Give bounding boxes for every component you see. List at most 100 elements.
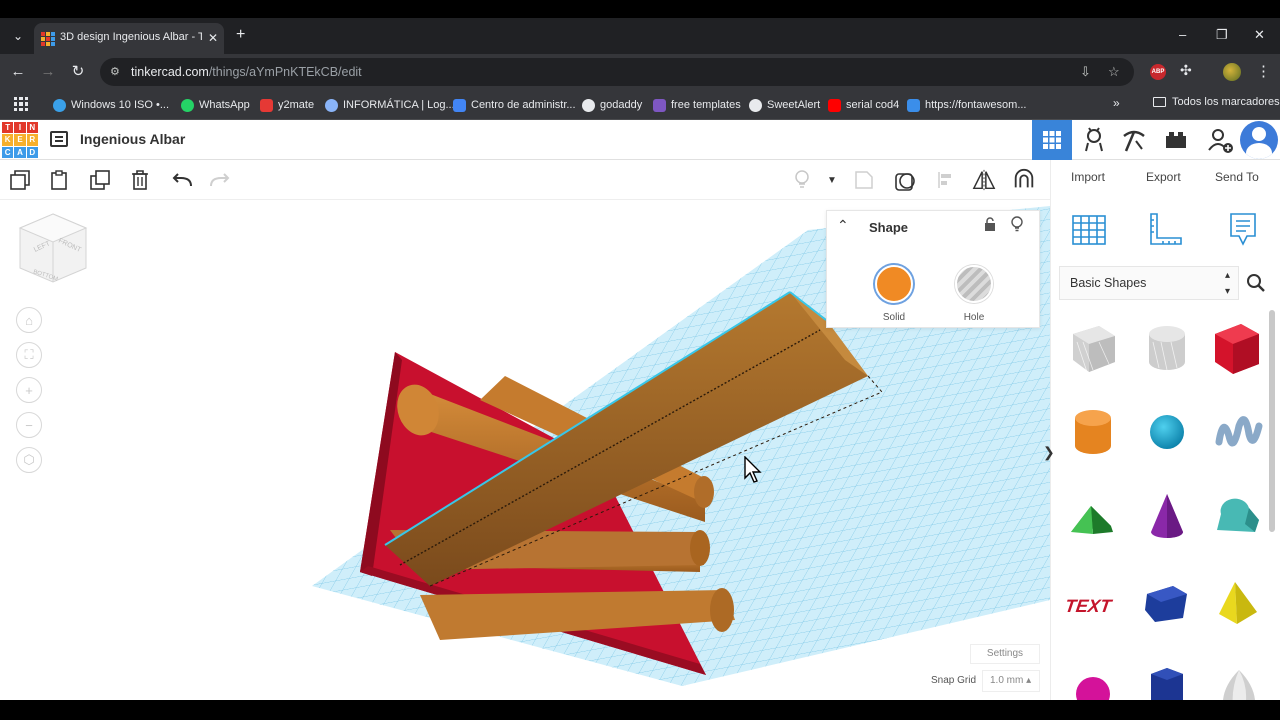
bookmark-fontawesome[interactable]: https://fontawesom... — [907, 96, 1027, 114]
apps-grid-icon[interactable] — [14, 97, 28, 111]
notes-icon[interactable] — [1225, 212, 1261, 248]
browser-menu-icon[interactable]: ⋮ — [1256, 62, 1271, 80]
paste-icon[interactable] — [48, 168, 72, 192]
bookmark-godaddy[interactable]: godaddy — [582, 96, 642, 114]
browser-profile-avatar[interactable] — [1223, 63, 1241, 81]
bookmark-informatica[interactable]: INFORMÁTICA | Log... — [325, 96, 455, 114]
bookmark-whatsapp[interactable]: WhatsApp — [181, 96, 250, 114]
undo-icon[interactable] — [170, 168, 194, 192]
duplicate-icon[interactable] — [88, 168, 112, 192]
notes-dropdown-caret-icon[interactable]: ▼ — [820, 168, 844, 192]
lock-icon[interactable] — [984, 217, 996, 231]
half-sphere-shape[interactable] — [1059, 648, 1127, 700]
minimize-icon[interactable]: – — [1179, 26, 1186, 44]
solid-color-swatch[interactable] — [875, 265, 913, 303]
sphere-shape[interactable] — [1133, 396, 1201, 474]
close-window-icon[interactable]: ✕ — [1254, 26, 1265, 44]
tab-close-icon[interactable]: ✕ — [208, 31, 218, 45]
forward-arrow-icon[interactable]: → — [38, 62, 58, 82]
paraboloid-shape[interactable] — [1205, 648, 1273, 700]
tab-search-chevron-icon[interactable]: ⌄ — [8, 26, 28, 46]
shape-library-select[interactable]: Basic Shapes ▴ ▾ — [1059, 266, 1239, 300]
snap-grid-select[interactable]: 1.0 mm ▴ — [982, 670, 1040, 692]
site-settings-icon[interactable]: ⚙ — [110, 65, 124, 79]
export-button[interactable]: Export — [1146, 170, 1181, 184]
visibility-bulb-icon[interactable] — [1011, 216, 1023, 232]
align-icon[interactable] — [934, 168, 958, 192]
cylinder-hole-shape[interactable] — [1133, 312, 1201, 390]
3d-design-view-button[interactable] — [1032, 120, 1072, 160]
bookmark-star-icon[interactable]: ☆ — [1108, 63, 1120, 81]
bookmark-sweetalert[interactable]: SweetAlert — [749, 96, 820, 114]
bookmark-centro-admin[interactable]: Centro de administr... — [453, 96, 576, 114]
cone-shape[interactable] — [1133, 480, 1201, 558]
install-app-icon[interactable]: ⇩ — [1080, 63, 1091, 81]
collapse-caret-icon[interactable]: ⌃ — [837, 217, 849, 234]
add-user-button[interactable] — [1200, 120, 1240, 160]
reload-icon[interactable]: ↻ — [68, 62, 88, 82]
workplane-icon[interactable] — [1071, 212, 1107, 248]
bookmark-free-templates[interactable]: free templates — [653, 96, 741, 114]
bookmark-windows-iso[interactable]: Windows 10 ISO •... — [53, 96, 169, 114]
workplane-viewport[interactable]: LEFT FRONT BOTTOM ⌂ ⛶ + − ⬡ ⌃ Shape Soli… — [0, 200, 1050, 700]
zoom-in-button[interactable]: + — [16, 377, 42, 403]
grid-view-icon — [1043, 131, 1061, 149]
youtube-icon — [828, 98, 841, 112]
scribble-shape[interactable] — [1205, 396, 1273, 474]
box-hole-shape[interactable] — [1059, 312, 1127, 390]
delete-trash-icon[interactable] — [128, 168, 152, 192]
search-icon[interactable] — [1241, 268, 1271, 298]
hole-swatch[interactable] — [955, 265, 993, 303]
fit-view-button[interactable]: ⛶ — [16, 342, 42, 368]
copy-icon[interactable] — [8, 168, 32, 192]
codeblocks-view-button[interactable] — [1156, 120, 1196, 160]
all-bookmarks-folder[interactable]: Todos los marcadores — [1153, 96, 1280, 108]
bricks-view-button[interactable] — [1114, 120, 1154, 160]
mirror-icon[interactable] — [972, 168, 996, 192]
user-avatar[interactable] — [1240, 121, 1278, 159]
design-list-icon[interactable] — [50, 131, 68, 147]
redo-icon[interactable] — [208, 168, 232, 192]
polygon-shape[interactable] — [1133, 564, 1201, 642]
send-to-button[interactable]: Send To — [1215, 170, 1259, 184]
bookmark-serial-cod4[interactable]: serial cod4 — [828, 96, 899, 114]
adblock-plus-icon[interactable]: ABP — [1150, 64, 1166, 80]
blocks-view-button[interactable] — [1074, 120, 1114, 160]
bookmark-y2mate[interactable]: y2mate — [260, 96, 314, 114]
cylinder-shape[interactable] — [1059, 396, 1127, 474]
import-button[interactable]: Import — [1071, 170, 1105, 184]
ruler-icon[interactable] — [1147, 212, 1183, 248]
url-text[interactable]: tinkercad.com/things/aYmPnKTEkCB/edit — [131, 65, 362, 79]
more-bookmarks-icon[interactable]: » — [1113, 96, 1120, 110]
text-shape[interactable]: TEXT — [1059, 564, 1127, 642]
group-icon[interactable] — [852, 168, 876, 192]
browser-tab[interactable]: 3D design Ingenious Albar - Tinkercad ✕ — [34, 23, 224, 54]
box-shape[interactable] — [1205, 312, 1273, 390]
shapes-scrollbar[interactable] — [1269, 310, 1275, 532]
settings-button[interactable]: Settings — [970, 644, 1040, 664]
view-cube[interactable]: LEFT FRONT BOTTOM — [18, 212, 88, 286]
new-tab-icon[interactable]: + — [236, 26, 245, 44]
hexagonal-prism-shape[interactable] — [1133, 648, 1201, 700]
browser-toolbar: ← → ↻ ⚙ tinkercad.com/things/aYmPnKTEkCB… — [0, 54, 1280, 90]
address-bar[interactable]: ⚙ tinkercad.com/things/aYmPnKTEkCB/edit … — [100, 58, 1134, 86]
restore-icon[interactable]: ❐ — [1216, 26, 1228, 44]
zoom-out-button[interactable]: − — [16, 412, 42, 438]
hole-label: Hole — [963, 312, 985, 323]
pyramid-shape[interactable] — [1205, 564, 1273, 642]
back-arrow-icon[interactable]: ← — [8, 62, 28, 82]
tinkercad-logo[interactable]: TIN KER CAD — [2, 122, 38, 158]
round-roof-shape[interactable] — [1205, 480, 1273, 558]
extensions-puzzle-icon[interactable]: ✣ — [1180, 62, 1192, 79]
perspective-toggle-button[interactable]: ⬡ — [16, 447, 42, 473]
shape-inspector-panel: ⌃ Shape Solid Hole — [826, 210, 1040, 328]
ungroup-icon[interactable] — [894, 168, 918, 192]
home-view-button[interactable]: ⌂ — [16, 307, 42, 333]
cloud-icon — [53, 98, 66, 112]
light-bulb-icon[interactable] — [790, 168, 814, 192]
design-title[interactable]: Ingenious Albar — [80, 131, 185, 147]
panel-collapse-chevron-icon[interactable]: ❯ — [1043, 440, 1057, 464]
roof-shape[interactable] — [1059, 480, 1127, 558]
cruise-magnet-icon[interactable] — [1012, 168, 1036, 192]
screen: ⌄ 3D design Ingenious Albar - Tinkercad … — [0, 0, 1280, 720]
